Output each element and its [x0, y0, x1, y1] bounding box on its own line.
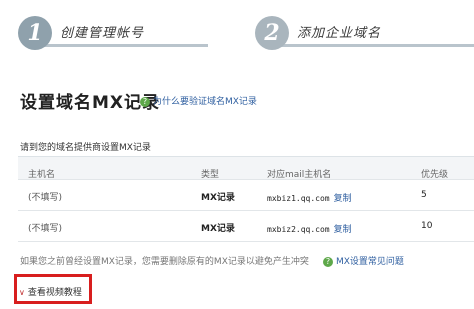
row-type: MX记录 [201, 193, 235, 203]
header-host: 主机名 [28, 170, 56, 180]
mx-help-link[interactable]: ? 为什么要验证域名MX记录 [140, 94, 257, 107]
conflict-warning: 如果您之前曾经设置MX记录，您需要删除原有的MX记录以避免产生冲突 [20, 257, 309, 267]
row-priority: 10 [421, 221, 433, 231]
step-1: 1 创建管理帐号 [18, 16, 208, 50]
row-host: (不填写) [28, 193, 63, 203]
mail-host-value: mxbiz1.qq.com [267, 194, 330, 203]
mx-help-link-label: 为什么要验证域名MX记录 [153, 97, 257, 107]
video-tutorial-label: 查看视频教程 [27, 288, 82, 298]
step-1-label: 创建管理帐号 [60, 26, 145, 41]
copy-button[interactable]: 复制 [334, 194, 352, 204]
mx-faq-link[interactable]: ? MX设置常见问题 [323, 254, 404, 267]
chevron-down-icon: ∨ [19, 288, 25, 297]
video-tutorial-link[interactable]: ∨ 查看视频教程 [19, 285, 82, 298]
row-mail-host: mxbiz2.qq.com 复制 [267, 222, 352, 235]
table-row: (不填写) MX记录 mxbiz1.qq.com 复制 5 [18, 180, 474, 211]
step-1-underline [42, 44, 208, 47]
mx-record-table: 主机名 类型 对应mail主机名 优先级 (不填写) MX记录 mxbiz1.q… [18, 156, 474, 242]
question-icon: ? [140, 96, 150, 107]
video-tutorial-highlight: ∨ 查看视频教程 [14, 274, 92, 304]
mail-host-value: mxbiz2.qq.com [267, 225, 330, 234]
instruction-text: 请到您的域名提供商设置MX记录 [20, 143, 151, 153]
step-2-label: 添加企业域名 [297, 26, 382, 41]
copy-button[interactable]: 复制 [334, 225, 352, 235]
table-header: 主机名 类型 对应mail主机名 优先级 [18, 157, 474, 180]
step-2-number: 2 [255, 16, 289, 50]
step-progress: 1 创建管理帐号 2 添加企业域名 [0, 0, 474, 62]
header-priority: 优先级 [421, 170, 449, 180]
header-mail-host: 对应mail主机名 [267, 170, 332, 180]
table-row: (不填写) MX记录 mxbiz2.qq.com 复制 10 [18, 211, 474, 242]
step-1-number: 1 [18, 16, 52, 50]
step-2: 2 添加企业域名 [255, 16, 474, 50]
row-mail-host: mxbiz1.qq.com 复制 [267, 191, 352, 204]
row-priority: 5 [421, 190, 427, 200]
mx-faq-link-label: MX设置常见问题 [336, 257, 404, 267]
question-icon: ? [323, 256, 333, 267]
row-host: (不填写) [28, 224, 63, 234]
row-type: MX记录 [201, 224, 235, 234]
header-type: 类型 [201, 170, 220, 180]
step-2-underline [279, 44, 474, 47]
